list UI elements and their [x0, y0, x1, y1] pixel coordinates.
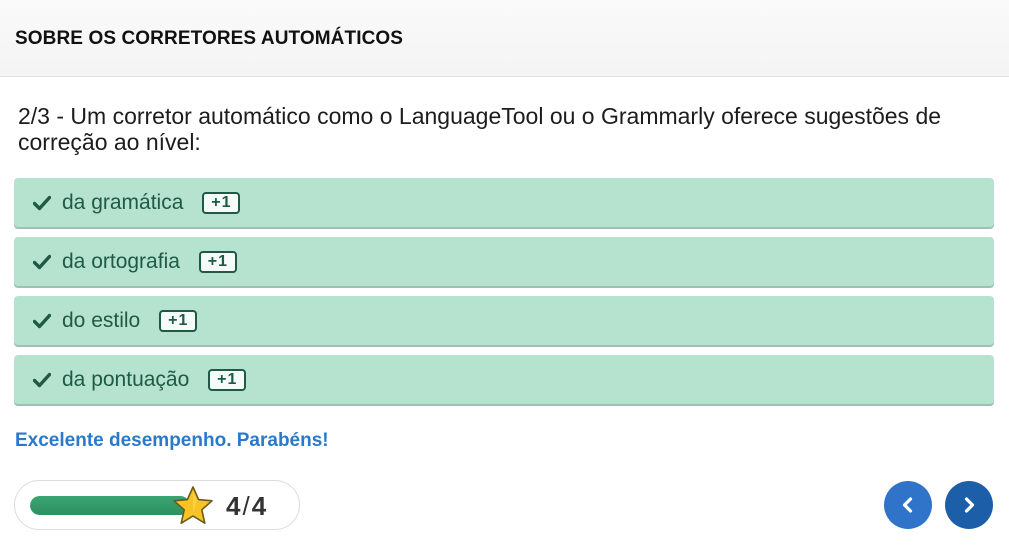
answer-option[interactable]: da ortografia +1 — [14, 237, 994, 286]
score-panel: 4/4 — [14, 480, 300, 530]
score-total: 4 — [251, 491, 267, 521]
answer-option[interactable]: da gramática +1 — [14, 178, 994, 227]
page-title: SOBRE OS CORRETORES AUTOMÁTICOS — [15, 28, 404, 49]
points-badge: +1 — [159, 309, 198, 332]
previous-button[interactable] — [884, 481, 932, 529]
score-text: 4/4 — [226, 491, 266, 522]
check-icon — [33, 254, 51, 270]
answer-label: da ortografia — [62, 249, 180, 273]
answer-option[interactable]: da pontuação +1 — [14, 355, 994, 404]
points-badge: +1 — [202, 191, 241, 214]
next-button[interactable] — [945, 481, 993, 529]
star-icon — [171, 485, 215, 527]
feedback-message: Excelente desempenho. Parabéns! — [15, 430, 329, 451]
score-separator: / — [242, 491, 250, 521]
answer-option[interactable]: do estilo +1 — [14, 296, 994, 345]
answer-label: da pontuação — [62, 367, 190, 391]
check-icon — [33, 313, 51, 329]
answer-label: da gramática — [62, 190, 184, 214]
points-badge: +1 — [198, 250, 237, 273]
chevron-left-icon — [899, 496, 917, 514]
progress-fill — [30, 496, 190, 515]
header-bar: SOBRE OS CORRETORES AUTOMÁTICOS — [0, 0, 1009, 77]
progress-bar — [30, 496, 190, 515]
answer-label: do estilo — [62, 308, 141, 332]
check-icon — [33, 195, 51, 211]
points-badge: +1 — [208, 368, 247, 391]
question-text: 2/3 - Um corretor automático como o Lang… — [18, 103, 942, 155]
check-icon — [33, 372, 51, 388]
chevron-right-icon — [960, 496, 978, 514]
score-current: 4 — [226, 491, 241, 521]
